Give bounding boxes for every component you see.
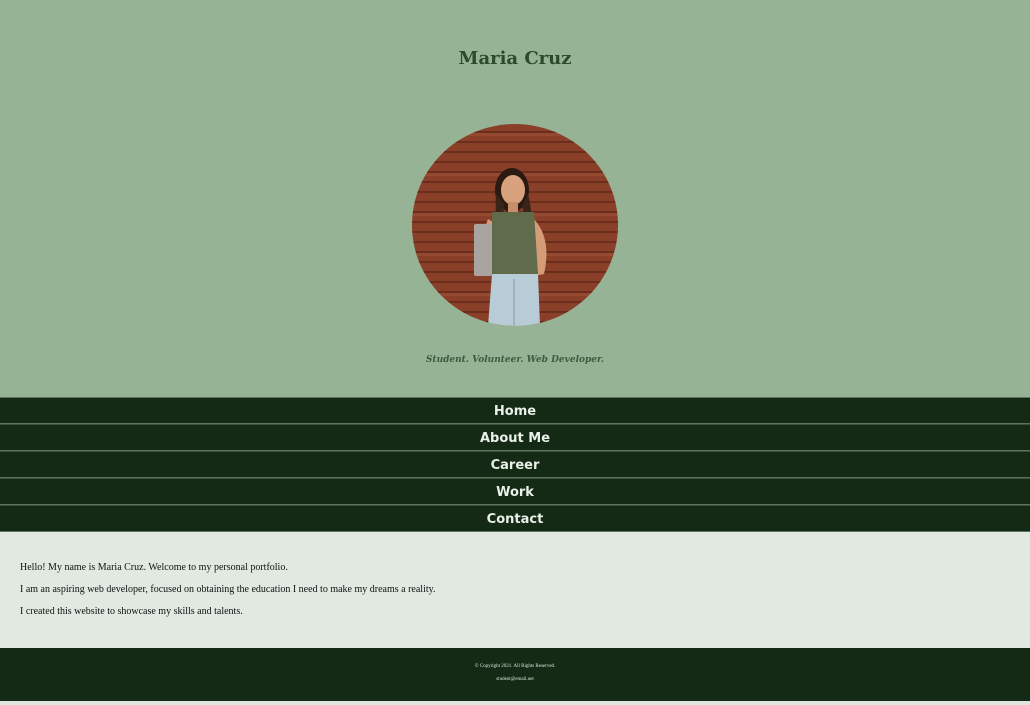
nav-item-home[interactable]: Home — [0, 397, 1030, 424]
tagline: Student. Volunteer. Web Developer. — [425, 355, 605, 365]
bottom-divider — [0, 701, 1030, 705]
intro-paragraph: I am an aspiring web developer, focused … — [20, 584, 436, 595]
site-title: Maria Cruz — [458, 48, 572, 69]
contact-email: student@email.net — [496, 677, 534, 682]
nav-item-contact[interactable]: Contact — [0, 505, 1030, 532]
intro-section: Hello! My name is Maria Cruz. Welcome to… — [0, 532, 1030, 648]
site-header: Maria Cruz Student. Volunteer. Web Devel… — [0, 0, 1030, 397]
profile-photo — [412, 124, 618, 326]
site-footer: © Copyright 2021. All Rights Reserved. s… — [0, 648, 1030, 701]
nav-item-work[interactable]: Work — [0, 478, 1030, 505]
intro-paragraph: Hello! My name is Maria Cruz. Welcome to… — [20, 562, 288, 573]
nav-item-about-me[interactable]: About Me — [0, 424, 1030, 451]
main-nav: Home About Me Career Work Contact — [0, 397, 1030, 532]
intro-paragraph: I created this website to showcase my sk… — [20, 606, 243, 617]
copyright-text: © Copyright 2021. All Rights Reserved. — [474, 664, 556, 669]
nav-item-career[interactable]: Career — [0, 451, 1030, 478]
